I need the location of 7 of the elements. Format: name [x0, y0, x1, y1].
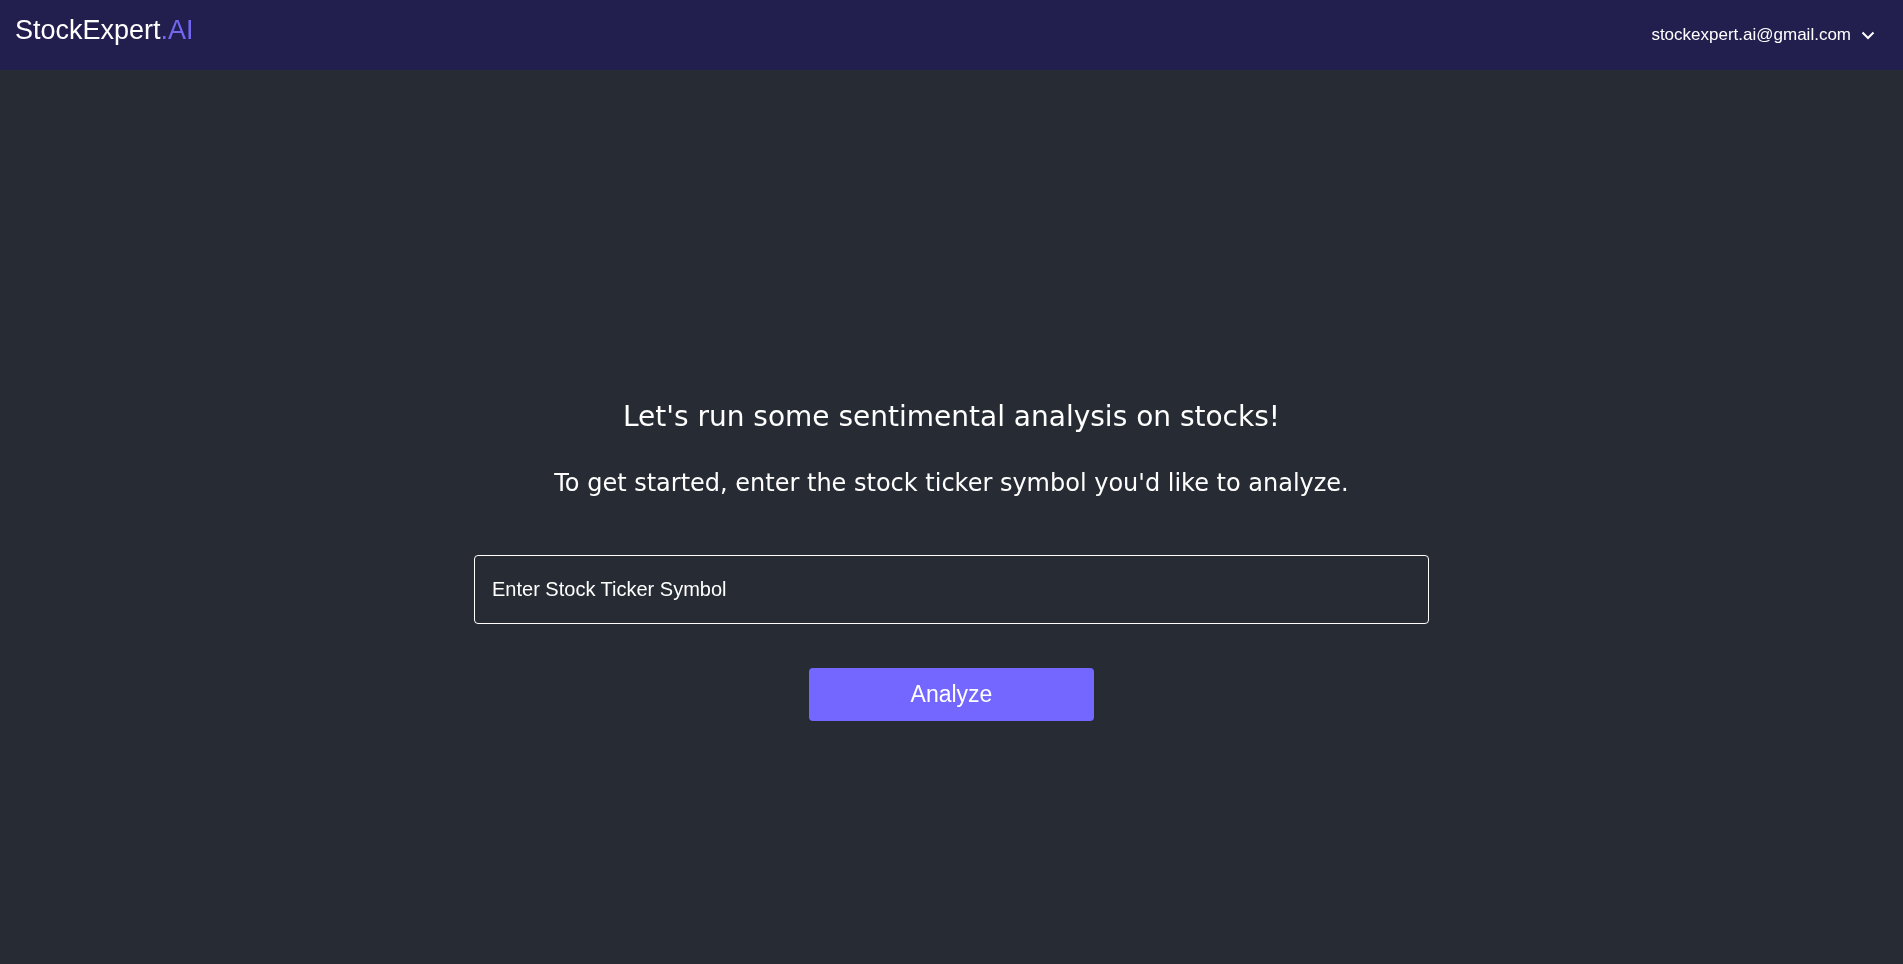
analyze-button[interactable]: Analyze	[809, 668, 1094, 721]
heading: Let's run some sentimental analysis on stocks!	[622, 400, 1281, 433]
logo[interactable]: StockExpert.AI	[15, 14, 194, 46]
instruction-text: To get started, enter the stock ticker symbol you'd like to analyze.	[554, 469, 1349, 497]
chevron-icon	[1861, 30, 1875, 40]
account-menu[interactable]: stockexpert.ai@gmail.com	[1651, 25, 1875, 45]
ticker-input-field[interactable]: Enter Stock Ticker Symbol	[474, 555, 1429, 624]
